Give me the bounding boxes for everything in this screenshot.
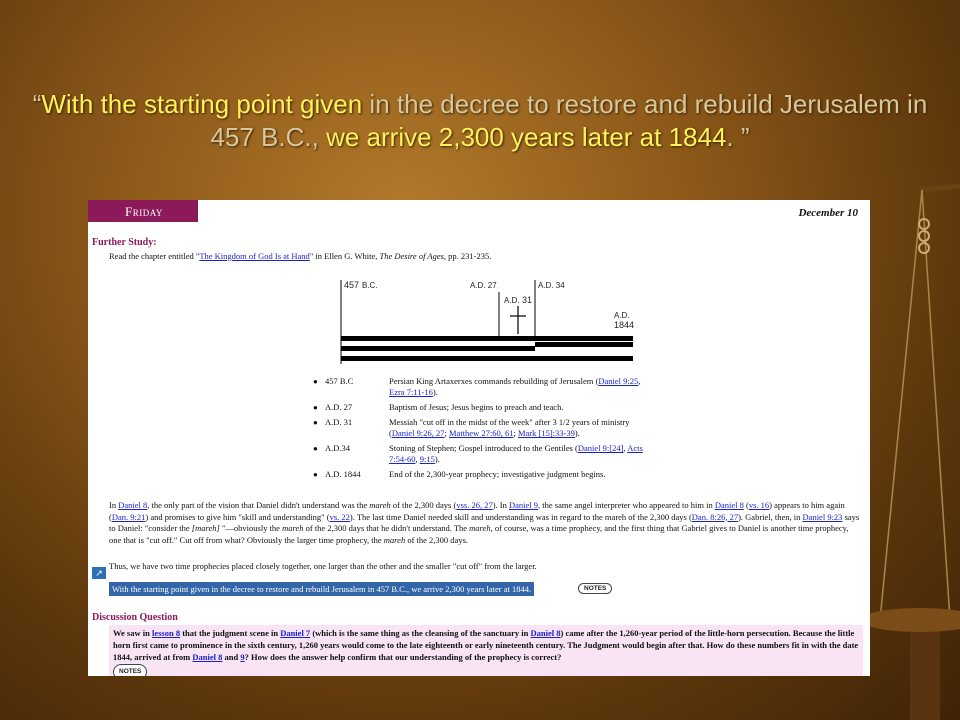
- daniel-8-link[interactable]: Daniel 8: [715, 500, 744, 510]
- daniel-7-link[interactable]: Daniel 7: [280, 628, 310, 638]
- timeline-label-ad34: A.D. 34: [538, 281, 565, 290]
- discussion-heading: Discussion Question: [92, 612, 178, 623]
- dan-9-21-link[interactable]: Dan. 9:21: [112, 512, 146, 522]
- kingdom-of-god-link[interactable]: The Kingdom of God Is at Hand: [199, 251, 309, 261]
- notes-button[interactable]: NOTES: [578, 583, 613, 594]
- daniel-8-link[interactable]: Daniel 8: [118, 500, 147, 510]
- headline-highlight-1: With the starting point given: [41, 89, 363, 119]
- event-row: ● 457 B.C Persian King Artaxerxes command…: [313, 376, 641, 397]
- daniel-9-23-link[interactable]: Daniel 9:23: [803, 512, 843, 522]
- day-banner: Friday: [88, 200, 198, 222]
- mark-15-link[interactable]: Mark [15]:33-39: [518, 428, 575, 438]
- lesson-date: December 10: [798, 207, 858, 219]
- timeline-label-31: 31: [522, 295, 533, 305]
- further-study-text: Read the chapter entitled "The Kingdom o…: [109, 251, 492, 261]
- acts-9-15-link[interactable]: 9:15: [420, 454, 435, 464]
- further-study-heading: Further Study:: [92, 237, 157, 248]
- jump-arrow-icon[interactable]: ↗: [92, 567, 106, 579]
- daniel-8-link[interactable]: Daniel 8: [531, 628, 561, 638]
- study-paragraph: In Daniel 8, the only part of the vision…: [109, 500, 860, 545]
- lesson-8-link[interactable]: lesson 8: [152, 628, 180, 638]
- lesson-page: Friday December 10 Further Study: Read t…: [88, 200, 870, 676]
- dan-8-26-link[interactable]: Dan. 8:26, 27: [692, 512, 738, 522]
- daniel-9-24-link[interactable]: Daniel 9:[24]: [578, 443, 624, 453]
- vs-16-link[interactable]: vs. 16: [749, 500, 769, 510]
- discussion-box: We saw in lesson 8 that the judgment sce…: [109, 625, 863, 676]
- daniel-9-25-link[interactable]: Daniel 9:25: [598, 376, 638, 386]
- timeline-label-ad: A.D.: [504, 296, 520, 305]
- matthew-27-link[interactable]: Matthew 27:60, 61: [449, 428, 513, 438]
- headline-highlight-2: we arrive 2,300 years later at 1844: [326, 122, 727, 152]
- event-row: ● A.D. 31 Messiah "cut off in the midst o…: [313, 417, 630, 438]
- slide-headline: “With the starting point given in the de…: [32, 89, 928, 152]
- daniel-9-link[interactable]: Daniel 9: [509, 500, 538, 510]
- highlighted-sentence[interactable]: With the starting point given in the dec…: [109, 582, 535, 596]
- discussion-notes-button[interactable]: NOTES: [113, 664, 148, 676]
- thus-sentence: Thus, we have two time prophecies placed…: [109, 561, 537, 571]
- vss-26-27-link[interactable]: vss. 26, 27: [456, 500, 492, 510]
- timeline-label-457: 457: [344, 280, 360, 290]
- daniel-9-26-link[interactable]: Daniel 9:26, 27: [392, 428, 445, 438]
- timeline-label-bc: B.C.: [362, 281, 378, 290]
- daniel-8-link[interactable]: Daniel 8: [192, 652, 222, 662]
- event-row: ● A.D.34 Stoning of Stephen; Gospel intro…: [313, 443, 643, 464]
- ezra-7-link[interactable]: Ezra 7:11-16: [389, 387, 433, 397]
- events-list: ● 457 B.C Persian King Artaxerxes command…: [313, 376, 653, 484]
- timeline-label-ad-1844: A.D.: [614, 311, 630, 320]
- vs-22-link[interactable]: vs. 22: [330, 512, 350, 522]
- timeline-label-ad27: A.D. 27: [470, 281, 497, 290]
- event-row: ● A.D. 1844 End of the 2,300-year prophec…: [313, 469, 606, 479]
- timeline-label-1844: 1844: [614, 320, 635, 330]
- event-row: ● A.D. 27 Baptism of Jesus; Jesus begins …: [313, 402, 564, 412]
- prophecy-timeline: 457 B.C. A.D. 27 A.D. 34 A.D. 31 A.D. 18…: [338, 278, 638, 373]
